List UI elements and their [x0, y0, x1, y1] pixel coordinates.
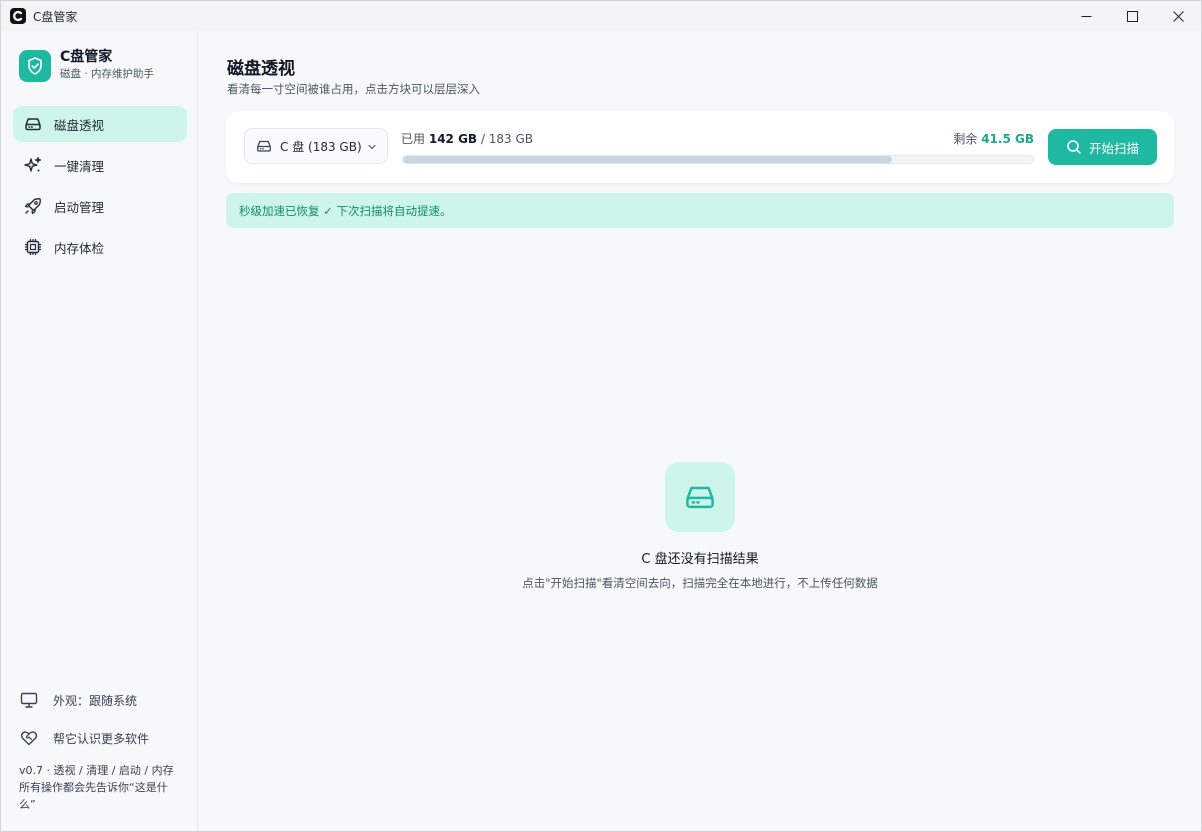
sidebar-footer: 外观：跟随系统 帮它认识更多软件 v0.7 · 透视 / 清理 / 启动 / 内… — [19, 686, 189, 813]
sidebar: C盘管家 磁盘 · 内存维护助手 磁盘透视 一键清理 启动管理 内存体检 外观：… — [1, 31, 198, 831]
sidebar-item-label: 内存体检 — [54, 240, 105, 256]
start-scan-button[interactable]: 开始扫描 — [1048, 129, 1157, 165]
cpu-chip-icon — [25, 239, 41, 255]
sidebar-item-memory-check[interactable]: 内存体检 — [13, 229, 187, 265]
version-note: v0.7 · 透视 / 清理 / 启动 / 内存 所有操作都会先告诉你“这是什么… — [19, 764, 174, 811]
chevron-down-icon — [368, 144, 376, 150]
used-label: 已用 — [401, 132, 426, 146]
sidebar-item-disk-view[interactable]: 磁盘透视 — [13, 106, 187, 142]
used-value: 142 GB — [428, 132, 478, 146]
appearance-toggle[interactable]: 外观：跟随系统 — [19, 686, 189, 714]
free-value: 41.5 GB — [981, 132, 1034, 146]
search-icon — [1067, 140, 1081, 154]
main-content: 磁盘透视 看清每一寸空间被谁占用，点击方块可以层层深入 C 盘 (183 GB)… — [199, 31, 1201, 831]
sidebar-nav: 磁盘透视 一键清理 启动管理 内存体检 — [13, 106, 187, 270]
shield-check-icon — [19, 49, 51, 82]
free-label: 剩余 — [953, 132, 978, 146]
brand-name: C盘管家 — [60, 49, 113, 65]
empty-state-description: 点击"开始扫描"看清空间去向，扫描完全在本地进行，不上传任何数据 — [522, 576, 878, 590]
appearance-label: 外观：跟随系统 — [53, 693, 138, 708]
hard-drive-icon — [665, 462, 735, 532]
brand: C盘管家 磁盘 · 内存维护助手 — [19, 49, 154, 82]
minimize-button[interactable] — [1063, 1, 1109, 31]
brand-subtitle: 磁盘 · 内存维护助手 — [60, 68, 155, 80]
start-scan-label: 开始扫描 — [1088, 140, 1139, 156]
sidebar-item-one-click-clean[interactable]: 一键清理 — [13, 147, 187, 183]
sidebar-item-startup-manager[interactable]: 启动管理 — [13, 188, 187, 224]
share-label: 帮它认识更多软件 — [53, 731, 150, 746]
title-bar: C盘管家 — [1, 1, 1201, 31]
maximize-icon — [1126, 10, 1138, 22]
page-title: 磁盘透视 — [227, 59, 295, 79]
minimize-icon — [1081, 15, 1091, 17]
speedup-notice: 秒级加速已恢复 ✓ 下次扫描将自动提速。 — [226, 193, 1174, 228]
heart-handshake-icon — [20, 731, 38, 746]
monitor-icon — [20, 692, 38, 708]
hard-drive-icon — [257, 140, 271, 152]
total-value: / 183 GB — [480, 132, 534, 146]
close-icon — [1172, 10, 1184, 22]
drive-select[interactable]: C 盘 (183 GB) — [244, 128, 388, 164]
hard-drive-icon — [25, 118, 41, 131]
sparkles-icon — [24, 156, 42, 172]
sidebar-item-label: 磁盘透视 — [54, 117, 105, 133]
close-button[interactable] — [1155, 1, 1201, 31]
window-controls — [1063, 1, 1201, 31]
sidebar-item-label: 启动管理 — [54, 199, 105, 215]
window-title: C盘管家 — [33, 9, 78, 24]
maximize-button[interactable] — [1109, 1, 1155, 31]
share-link[interactable]: 帮它认识更多软件 — [19, 724, 189, 752]
used-space: 已用 142 GB / 183 GB — [401, 130, 533, 147]
app-logo-icon — [10, 8, 26, 24]
selected-drive: C 盘 (183 GB) — [280, 139, 362, 154]
rocket-icon — [24, 198, 41, 215]
page-subtitle: 看清每一寸空间被谁占用，点击方块可以层层深入 — [227, 82, 480, 96]
empty-state-title: C 盘还没有扫描结果 — [641, 552, 759, 567]
disk-usage-card: C 盘 (183 GB) 已用 142 GB / 183 GB 剩余 41.5 … — [226, 111, 1174, 183]
sidebar-item-label: 一键清理 — [54, 158, 105, 174]
free-space: 剩余 41.5 GB — [953, 130, 1034, 147]
empty-state: C 盘还没有扫描结果 点击"开始扫描"看清空间去向，扫描完全在本地进行，不上传任… — [199, 462, 1201, 591]
app-window: C盘管家 C盘管家 磁盘 · 内存维护助手 磁盘透视 一键清理 启动管理 内存体… — [0, 0, 1202, 832]
usage-progress-bar — [402, 155, 1034, 164]
usage-progress-fill — [403, 156, 892, 163]
